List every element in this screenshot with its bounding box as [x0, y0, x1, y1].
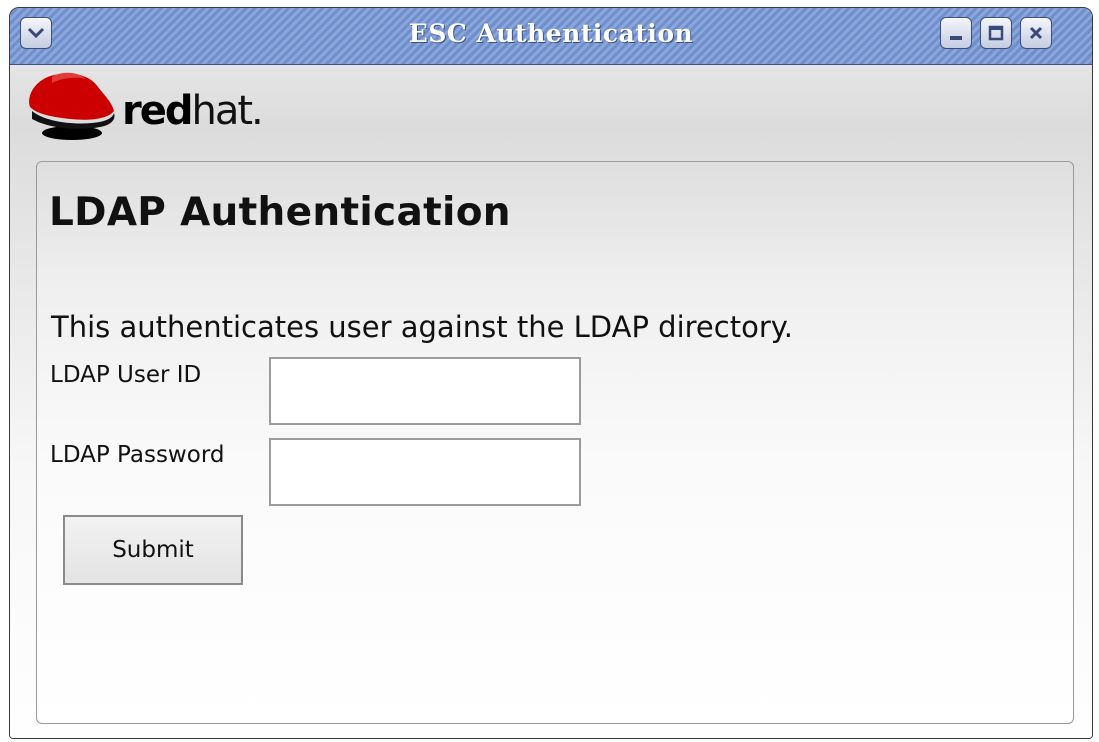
maximize-icon: [988, 25, 1004, 41]
submit-button[interactable]: Submit: [63, 515, 243, 585]
close-icon: [1029, 26, 1043, 40]
close-button[interactable]: [1020, 17, 1052, 49]
window-content: redhat. LDAP Authentication This authent…: [10, 65, 1092, 738]
minimize-icon: [950, 36, 962, 40]
window-title: ESC Authentication: [408, 19, 694, 48]
title-bar[interactable]: ESC Authentication: [10, 8, 1092, 65]
maximize-button[interactable]: [980, 17, 1012, 49]
redhat-wordmark: redhat.: [122, 88, 264, 134]
user-id-input[interactable]: [269, 357, 581, 425]
panel-description: This authenticates user against the LDAP…: [51, 310, 793, 344]
password-label: LDAP Password: [50, 442, 225, 468]
brand-name-bold: red: [122, 88, 193, 134]
brand-name-light: hat.: [191, 88, 264, 134]
user-id-label: LDAP User ID: [50, 362, 202, 388]
minimize-button[interactable]: [940, 17, 972, 49]
esc-authentication-window: ESC Authentication redhat. LDAP Authenti…: [9, 7, 1093, 739]
panel-heading: LDAP Authentication: [49, 190, 511, 235]
redhat-shadowman-logo: [29, 72, 115, 140]
password-input[interactable]: [269, 438, 581, 506]
ldap-auth-panel: LDAP Authentication This authenticates u…: [36, 161, 1074, 724]
